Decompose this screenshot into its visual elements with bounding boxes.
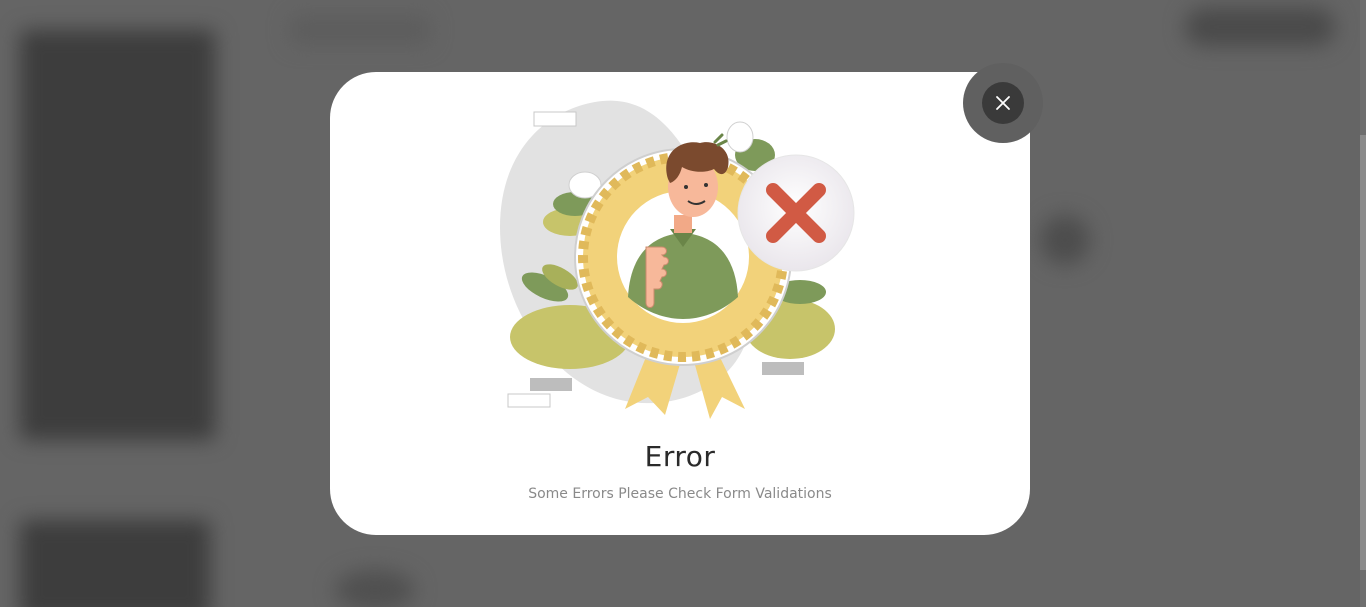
close-icon <box>996 96 1010 110</box>
scrollbar-thumb[interactable] <box>1360 135 1366 570</box>
blurred-panel <box>20 520 210 607</box>
error-dialog: Error Some Errors Please Check Form Vali… <box>330 72 1030 535</box>
blurred-heading <box>290 15 430 45</box>
red-x-icon <box>737 154 855 272</box>
blurred-avatar <box>1040 215 1090 265</box>
blurred-element <box>335 570 415 607</box>
scrollbar-track[interactable] <box>1360 0 1366 607</box>
dialog-message: Some Errors Please Check Form Validation… <box>528 486 832 502</box>
blurred-header-button <box>1185 8 1335 46</box>
dialog-title: Error <box>644 440 716 473</box>
close-button[interactable] <box>982 82 1024 124</box>
blurred-sidebar <box>20 30 215 440</box>
